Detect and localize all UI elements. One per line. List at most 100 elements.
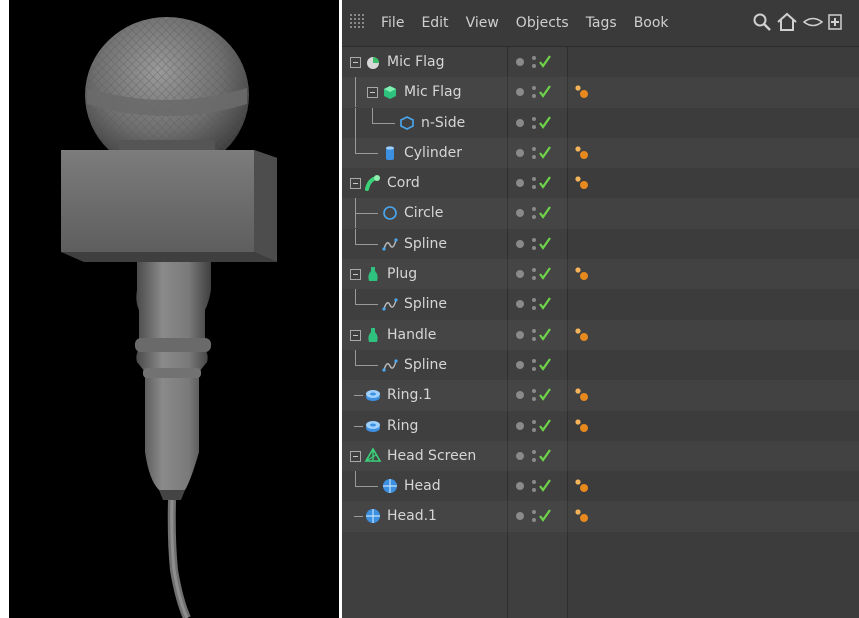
enabled-check-icon[interactable] xyxy=(538,236,552,250)
panel-grip-icon[interactable] xyxy=(350,14,366,30)
layer-dot[interactable] xyxy=(516,148,524,157)
object-name[interactable]: Spline xyxy=(404,295,447,313)
visibility-toggle-icon[interactable] xyxy=(530,206,538,220)
layer-dot[interactable] xyxy=(516,88,524,97)
layer-dot[interactable] xyxy=(516,482,524,491)
collapse-toggle[interactable] xyxy=(350,57,361,68)
menu-edit[interactable]: Edit xyxy=(421,14,465,32)
visibility-toggle-icon[interactable] xyxy=(530,388,538,402)
object-row[interactable]: Ring.1 xyxy=(342,380,859,410)
layer-dot[interactable] xyxy=(516,300,524,309)
layer-dot[interactable] xyxy=(516,209,524,218)
menu-file[interactable]: File xyxy=(381,14,421,32)
visibility-toggle-icon[interactable] xyxy=(530,146,538,160)
enabled-check-icon[interactable] xyxy=(538,145,552,159)
visibility-toggle-icon[interactable] xyxy=(530,328,538,342)
menu-view[interactable]: View xyxy=(466,14,516,32)
object-name[interactable]: Head.1 xyxy=(387,507,437,525)
enabled-check-icon[interactable] xyxy=(538,327,552,341)
collapse-toggle[interactable] xyxy=(350,329,361,341)
object-name[interactable]: Ring.1 xyxy=(387,386,432,404)
enabled-check-icon[interactable] xyxy=(538,115,552,129)
object-row[interactable]: Spline xyxy=(342,349,859,380)
enabled-check-icon[interactable] xyxy=(538,175,552,190)
enabled-check-icon[interactable] xyxy=(538,357,552,371)
layer-dot[interactable] xyxy=(516,239,524,248)
enabled-check-icon[interactable] xyxy=(538,54,552,68)
object-name[interactable]: Head xyxy=(404,477,441,495)
phong-tag-icon[interactable] xyxy=(574,84,590,100)
layer-dot[interactable] xyxy=(516,179,524,188)
phong-tag-icon[interactable] xyxy=(574,175,590,191)
layer-dot[interactable] xyxy=(516,451,524,460)
visibility-toggle-icon[interactable] xyxy=(530,116,538,130)
visibility-toggle-icon[interactable] xyxy=(530,419,538,433)
layer-dot[interactable] xyxy=(516,118,524,127)
search-icon[interactable] xyxy=(752,12,772,32)
visibility-toggle-icon[interactable] xyxy=(530,85,538,99)
object-row[interactable]: Head.1 xyxy=(342,501,859,531)
visibility-toggle-icon[interactable] xyxy=(530,509,538,523)
layer-dot[interactable] xyxy=(516,330,524,339)
object-name[interactable]: Ring xyxy=(387,417,418,435)
collapse-toggle[interactable] xyxy=(350,178,361,190)
object-row[interactable]: Head Screen xyxy=(342,441,859,471)
collapse-toggle[interactable] xyxy=(350,269,361,281)
phong-tag-icon[interactable] xyxy=(574,418,590,434)
home-icon[interactable] xyxy=(776,12,798,32)
object-name[interactable]: Mic Flag xyxy=(404,83,462,101)
object-name[interactable]: Cord xyxy=(387,174,420,192)
object-row[interactable]: Handle xyxy=(342,320,859,350)
phong-tag-icon[interactable] xyxy=(574,145,590,161)
object-name[interactable]: n-Side xyxy=(421,114,465,132)
enabled-check-icon[interactable] xyxy=(538,296,552,311)
object-name[interactable]: Spline xyxy=(404,235,447,253)
phong-tag-icon[interactable] xyxy=(574,387,590,403)
visibility-toggle-icon[interactable] xyxy=(530,267,538,281)
enabled-check-icon[interactable] xyxy=(538,418,552,432)
phong-tag-icon[interactable] xyxy=(574,266,590,282)
menu-objects[interactable]: Objects xyxy=(516,14,586,32)
object-row[interactable]: Circle xyxy=(342,198,859,229)
object-name[interactable]: Mic Flag xyxy=(387,53,445,71)
visibility-toggle-icon[interactable] xyxy=(530,449,538,463)
object-name[interactable]: Plug xyxy=(387,265,417,283)
enabled-check-icon[interactable] xyxy=(538,448,552,462)
visibility-toggle-icon[interactable] xyxy=(530,358,538,372)
enabled-check-icon[interactable] xyxy=(538,508,552,523)
visibility-toggle-icon[interactable] xyxy=(530,237,538,251)
collapse-toggle[interactable] xyxy=(367,87,378,99)
object-row[interactable]: Cord xyxy=(342,168,859,198)
object-row[interactable]: Spline xyxy=(342,289,859,319)
visibility-toggle-icon[interactable] xyxy=(530,297,538,311)
phong-tag-icon[interactable] xyxy=(574,327,590,343)
visibility-toggle-icon[interactable] xyxy=(530,479,538,493)
object-row[interactable]: Mic Flag xyxy=(342,77,859,108)
layer-dot[interactable] xyxy=(516,270,524,279)
object-row[interactable]: Spline xyxy=(342,228,859,259)
viewport-3d[interactable] xyxy=(9,0,339,618)
object-name[interactable]: Circle xyxy=(404,204,443,222)
object-row[interactable]: Plug xyxy=(342,259,859,289)
layer-dot[interactable] xyxy=(516,421,524,430)
object-row[interactable]: Cylinder xyxy=(342,137,859,168)
layer-dot[interactable] xyxy=(516,391,524,400)
layer-dot[interactable] xyxy=(516,360,524,369)
enabled-check-icon[interactable] xyxy=(538,478,552,493)
phong-tag-icon[interactable] xyxy=(574,478,590,494)
object-name[interactable]: Head Screen xyxy=(387,447,476,465)
menu-tags[interactable]: Tags xyxy=(586,14,634,32)
object-name[interactable]: Handle xyxy=(387,326,436,344)
enabled-check-icon[interactable] xyxy=(538,84,552,99)
object-row[interactable]: Ring xyxy=(342,411,859,441)
enabled-check-icon[interactable] xyxy=(538,205,552,220)
eye-icon[interactable] xyxy=(802,12,824,32)
collapse-toggle[interactable] xyxy=(350,450,361,462)
layer-dot[interactable] xyxy=(516,512,524,521)
enabled-check-icon[interactable] xyxy=(538,387,552,402)
new-window-icon[interactable] xyxy=(828,12,842,32)
visibility-toggle-icon[interactable] xyxy=(530,176,538,190)
object-name[interactable]: Spline xyxy=(404,356,447,374)
object-name[interactable]: Cylinder xyxy=(404,144,462,162)
layer-dot[interactable] xyxy=(516,58,524,66)
